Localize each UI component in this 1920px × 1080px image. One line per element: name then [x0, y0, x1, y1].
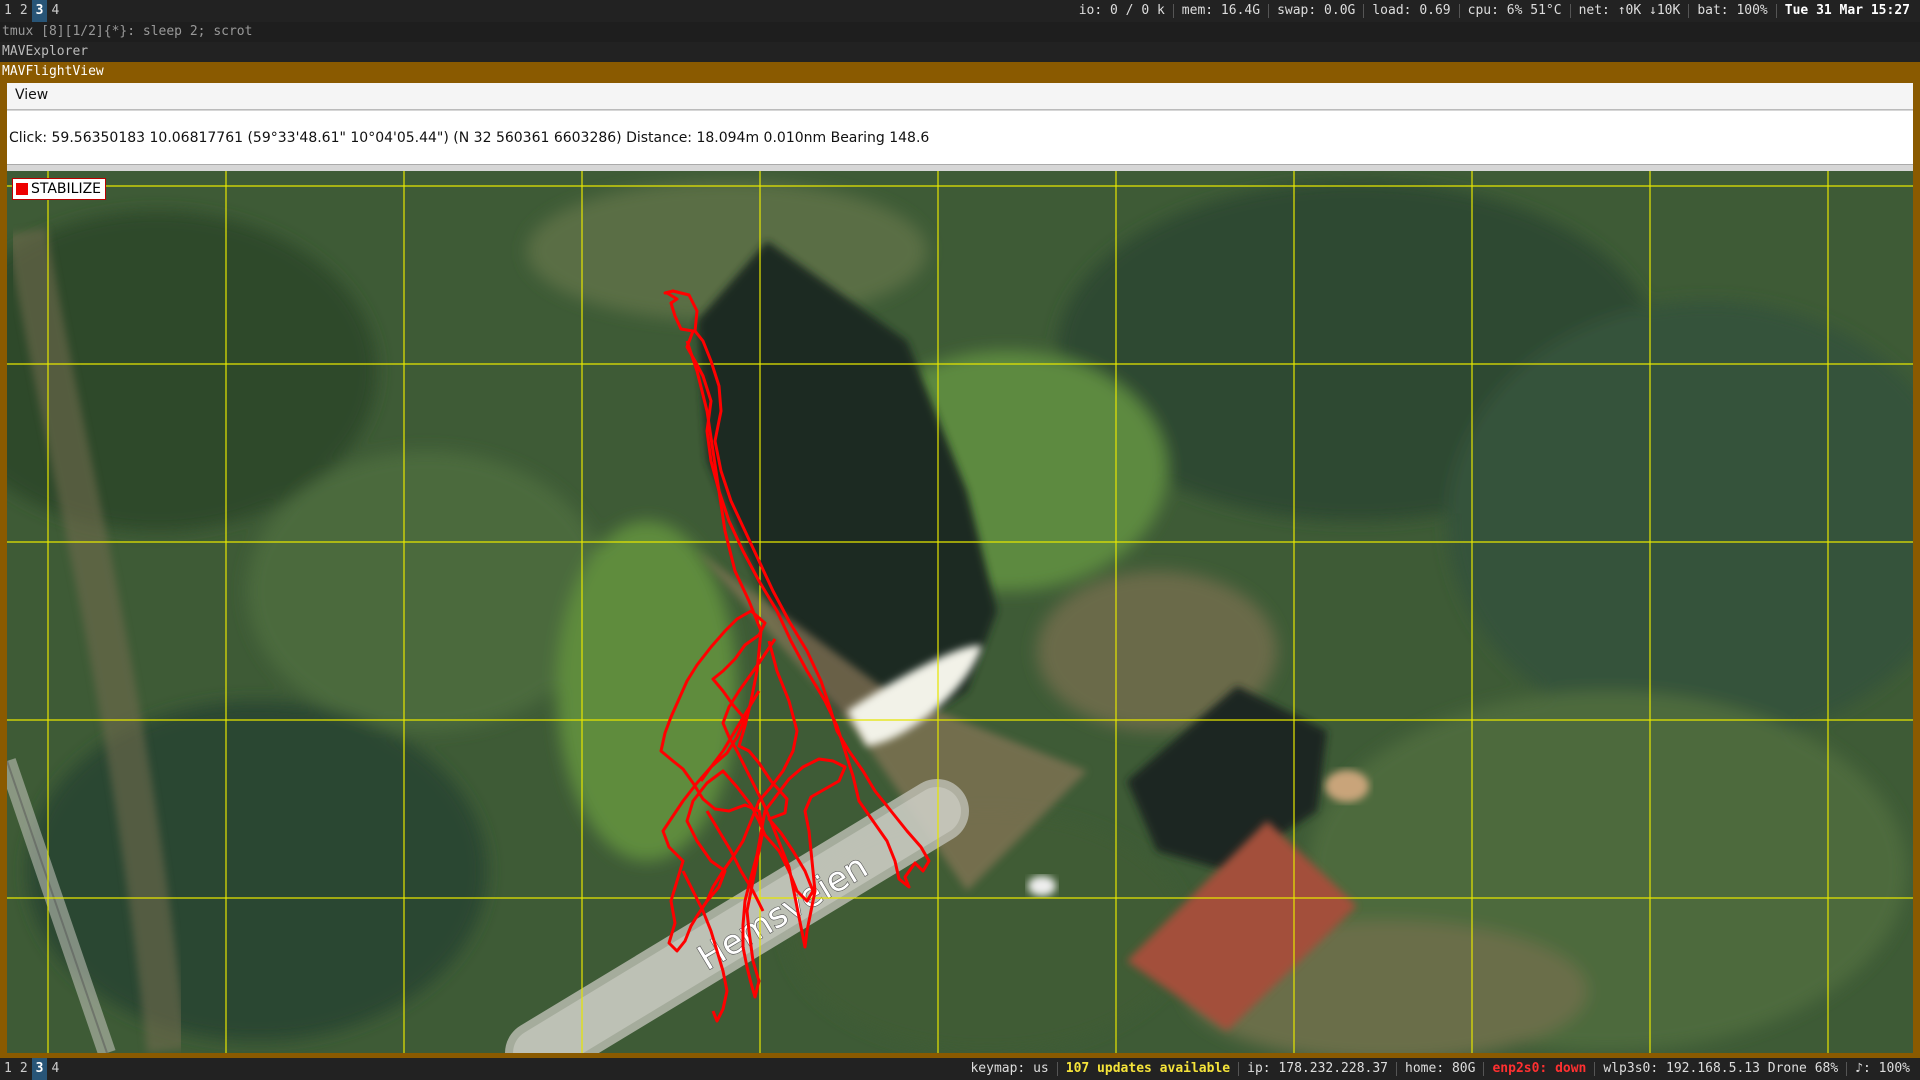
- top-status-bar: 1234 io: 0 / 0 k mem: 16.4G swap: 0.0G load…: [0, 0, 1920, 22]
- bottom-workspace-1[interactable]: 1: [0, 1058, 16, 1080]
- top_bar-status-item: load: 0.69: [1363, 4, 1458, 18]
- bottom_bar-status-item: ip: 178.232.228.37: [1238, 1062, 1396, 1076]
- system-status: io: 0 / 0 k mem: 16.4G swap: 0.0G load: 0.6…: [1071, 0, 1920, 22]
- shed: [1325, 770, 1369, 802]
- bottom-workspace-4[interactable]: 4: [47, 1058, 63, 1080]
- top-workspace-3[interactable]: 3: [31, 0, 48, 22]
- network-status: keymap: us 107 updates available ip: 178.2…: [962, 1058, 1920, 1080]
- bottom_bar-status-item: wlp3s0: 192.168.5.13 Drone 68%: [1594, 1062, 1846, 1076]
- top-workspace-1[interactable]: 1: [0, 0, 16, 22]
- mode-color-square: [16, 183, 28, 195]
- satellite-map[interactable]: Hemsveien: [7, 171, 1913, 1053]
- bottom_bar-status-item: home: 80G: [1396, 1062, 1483, 1076]
- flight-mode-label: STABILIZE: [31, 181, 102, 197]
- top-workspace-4[interactable]: 4: [47, 0, 63, 22]
- top_bar-status-item: net: ↑0K ↓10K: [1569, 4, 1689, 18]
- top_bar-status-item: io: 0 / 0 k: [1078, 3, 1165, 18]
- bottom-status-bar: 1234 keymap: us 107 updates available ip: …: [0, 1058, 1920, 1080]
- bottom_bar-status-item: keymap: us: [970, 1061, 1049, 1076]
- click-info-text: Click: 59.56350183 10.06817761 (59°33'48…: [7, 111, 1913, 165]
- bottom-workspace-2[interactable]: 2: [16, 1058, 32, 1080]
- top_bar-status-item: Tue 31 Mar 15:27: [1775, 4, 1918, 18]
- menu-view[interactable]: View: [7, 83, 56, 107]
- bottom_bar-status-item: enp2s0: down: [1483, 1062, 1594, 1076]
- map-view[interactable]: Hemsveien STABILIZE: [7, 171, 1913, 1053]
- tmux-window-title[interactable]: tmux [8][1/2]{*}: sleep 2; scrot: [0, 22, 1920, 42]
- top_bar-status-item: mem: 16.4G: [1172, 4, 1268, 18]
- workspace-switcher[interactable]: 1234: [0, 0, 63, 22]
- bottom-workspace-3[interactable]: 3: [31, 1058, 48, 1080]
- white-object: [1028, 876, 1056, 896]
- bottom_bar-status-item: 107 updates available: [1056, 1062, 1238, 1076]
- top_bar-status-item: cpu: 6% 51°C: [1458, 4, 1570, 18]
- flight-mode-indicator: STABILIZE: [12, 178, 107, 200]
- top_bar-status-item: swap: 0.0G: [1268, 4, 1363, 18]
- workspace-switcher-bottom[interactable]: 1234: [0, 1058, 63, 1080]
- mavflightview-window-title[interactable]: MAVFlightView: [0, 62, 1920, 82]
- mavexplorer-window-title[interactable]: MAVExplorer: [0, 42, 1920, 62]
- top-workspace-2[interactable]: 2: [16, 0, 32, 22]
- top_bar-status-item: bat: 100%: [1688, 4, 1775, 18]
- mavflightview-app: View Click: 59.56350183 10.06817761 (59°…: [7, 83, 1913, 1053]
- menu-bar: View: [7, 83, 1913, 110]
- bottom_bar-status-item: ♪: 100%: [1846, 1062, 1918, 1076]
